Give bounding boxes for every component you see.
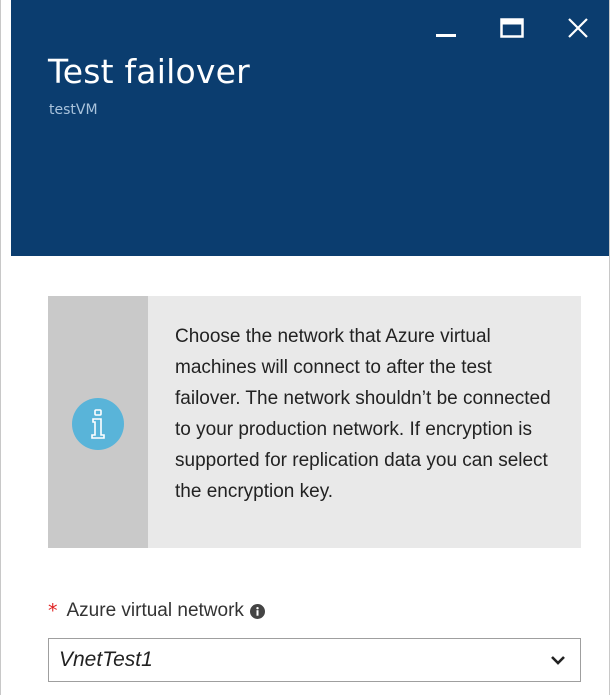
maximize-button[interactable] bbox=[479, 10, 545, 46]
window-controls bbox=[413, 10, 609, 46]
close-button[interactable] bbox=[545, 10, 609, 46]
required-marker: * bbox=[48, 600, 58, 622]
blade-header: Test failover testVM bbox=[11, 0, 609, 256]
test-failover-blade: Test failover testVM Choose the network … bbox=[0, 0, 610, 695]
network-field-label-row: * Azure virtual network bbox=[48, 600, 265, 622]
azure-virtual-network-select[interactable]: VnetTest1 bbox=[48, 638, 581, 682]
minimize-icon bbox=[436, 34, 456, 37]
info-icon bbox=[72, 398, 124, 450]
info-message: Choose the network that Azure virtual ma… bbox=[175, 326, 551, 502]
close-icon bbox=[568, 18, 588, 38]
blade-title: Test failover bbox=[48, 52, 250, 91]
blade-subtitle: testVM bbox=[49, 102, 98, 118]
info-small-icon[interactable] bbox=[249, 603, 265, 619]
info-icon-column bbox=[48, 296, 148, 548]
maximize-icon bbox=[500, 18, 524, 38]
info-callout: Choose the network that Azure virtual ma… bbox=[48, 296, 581, 548]
selected-network-value: VnetTest1 bbox=[59, 648, 153, 671]
minimize-button[interactable] bbox=[413, 10, 479, 46]
network-field-label: Azure virtual network bbox=[66, 600, 244, 621]
chevron-down-icon bbox=[551, 656, 565, 665]
